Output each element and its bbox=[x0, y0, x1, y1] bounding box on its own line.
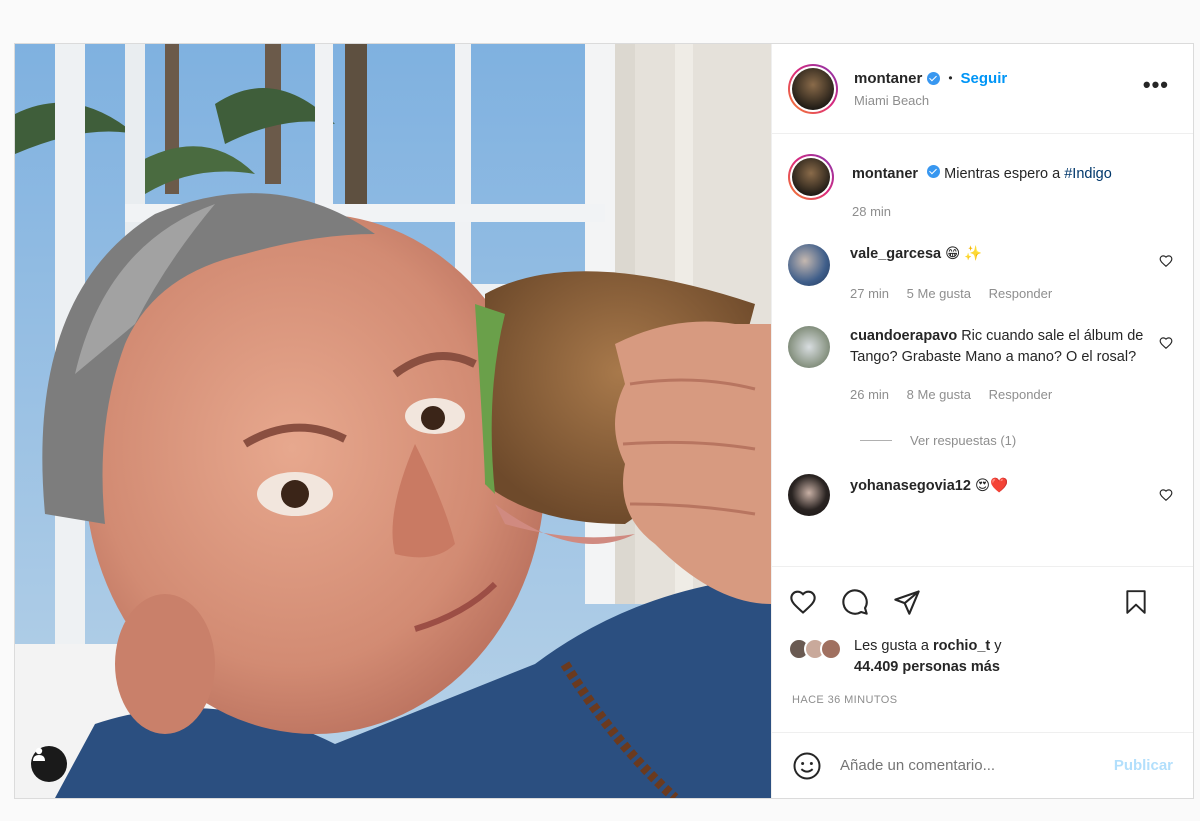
commenter-avatar[interactable] bbox=[788, 244, 830, 286]
share-icon bbox=[894, 589, 920, 615]
comments-list: montaner Mientras espero a #Indigo 28 mi… bbox=[772, 134, 1193, 566]
caption-avatar[interactable] bbox=[788, 154, 834, 200]
post-card: montaner • Seguir Miami Beach ••• montan… bbox=[14, 43, 1194, 799]
emoji-icon[interactable] bbox=[792, 751, 822, 781]
user-tag-icon bbox=[33, 747, 45, 761]
liker-username[interactable]: rochio_t bbox=[933, 638, 990, 654]
heart-icon[interactable] bbox=[1159, 488, 1173, 502]
comment-composer: Publicar bbox=[772, 732, 1193, 798]
comment-icon bbox=[842, 588, 868, 615]
separator-dot: • bbox=[948, 71, 953, 85]
author-avatar[interactable] bbox=[788, 63, 838, 114]
reply-button[interactable]: Responder bbox=[989, 387, 1053, 402]
post-location[interactable]: Miami Beach bbox=[854, 93, 1007, 108]
comment-text: 😁 ✨ bbox=[945, 246, 983, 262]
caption-time[interactable]: 28 min bbox=[852, 204, 891, 219]
comment-text: 😍❤️ bbox=[974, 478, 1009, 494]
view-replies-button[interactable]: Ver respuestas (1) bbox=[860, 433, 1177, 448]
caption-username[interactable]: montaner bbox=[852, 166, 918, 182]
comment-likes[interactable]: 8 Me gusta bbox=[907, 387, 971, 402]
comment-time[interactable]: 26 min bbox=[850, 387, 889, 402]
publish-button[interactable]: Publicar bbox=[1114, 757, 1173, 774]
liker-avatar bbox=[820, 638, 842, 660]
likes-count[interactable]: 44.409 personas más bbox=[854, 659, 1000, 675]
commenter-avatar[interactable] bbox=[788, 326, 830, 368]
caption: montaner Mientras espero a #Indigo 28 mi… bbox=[788, 154, 1177, 222]
heart-icon[interactable] bbox=[1159, 254, 1173, 268]
author-username[interactable]: montaner bbox=[854, 70, 922, 87]
replies-divider bbox=[860, 440, 892, 441]
follow-button[interactable]: Seguir bbox=[961, 70, 1008, 87]
post-header: montaner • Seguir Miami Beach ••• bbox=[772, 44, 1193, 134]
comment-item: yohanasegovia12 😍❤️ bbox=[788, 474, 1177, 516]
share-button[interactable] bbox=[892, 587, 922, 617]
heart-icon bbox=[790, 590, 816, 614]
comment-item: cuandoerapavo Ric cuando sale el álbum d… bbox=[788, 326, 1177, 405]
more-options-button[interactable]: ••• bbox=[1143, 74, 1169, 96]
likes-summary: Les gusta a rochio_t y 44.409 personas m… bbox=[772, 636, 1193, 678]
reply-button[interactable]: Responder bbox=[989, 286, 1053, 301]
comment-time[interactable]: 27 min bbox=[850, 286, 889, 301]
comment-input[interactable] bbox=[840, 757, 1114, 774]
comment-username[interactable]: yohanasegovia12 bbox=[850, 478, 971, 494]
caption-hashtag[interactable]: #Indigo bbox=[1064, 166, 1112, 182]
like-button[interactable] bbox=[788, 587, 818, 617]
heart-icon[interactable] bbox=[1159, 336, 1173, 350]
save-button[interactable] bbox=[1121, 587, 1151, 617]
verified-icon bbox=[927, 165, 941, 178]
comment-username[interactable]: cuandoerapavo bbox=[850, 328, 957, 344]
view-replies-label[interactable]: Ver respuestas (1) bbox=[910, 433, 1016, 448]
likes-conj: y bbox=[994, 638, 1002, 654]
bookmark-icon bbox=[1126, 589, 1146, 614]
post-actions bbox=[772, 566, 1193, 636]
photo-illustration bbox=[15, 44, 771, 798]
comment-username[interactable]: vale_garcesa bbox=[850, 246, 941, 262]
comment-likes[interactable]: 5 Me gusta bbox=[907, 286, 971, 301]
likes-prefix: Les gusta a bbox=[854, 638, 929, 654]
post-timestamp[interactable]: HACE 36 MINUTOS bbox=[772, 678, 1193, 706]
user-tag-button[interactable] bbox=[31, 746, 67, 782]
commenter-avatar[interactable] bbox=[788, 474, 830, 516]
post-side-panel: montaner • Seguir Miami Beach ••• montan… bbox=[771, 44, 1193, 798]
comment-button[interactable] bbox=[840, 587, 870, 617]
verified-icon bbox=[927, 71, 941, 85]
comment-item: vale_garcesa 😁 ✨ 27 min 5 Me gusta Respo… bbox=[788, 244, 1177, 304]
caption-text: Mientras espero a bbox=[944, 166, 1061, 182]
post-photo[interactable] bbox=[15, 44, 771, 798]
liker-avatars[interactable] bbox=[788, 638, 842, 660]
